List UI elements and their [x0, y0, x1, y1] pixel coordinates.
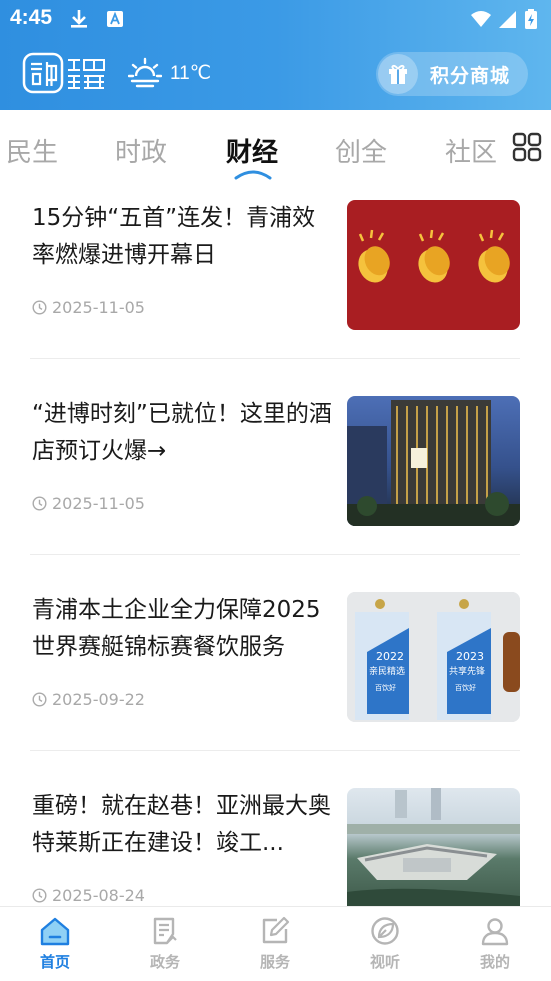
news-date: 2025-09-22	[32, 690, 145, 709]
tab-chuangquan[interactable]: 创全	[335, 132, 387, 169]
app-logo	[22, 52, 105, 94]
bottom-nav: 首页 政务 服务 视听 我的	[0, 906, 551, 981]
keyboard-a-icon	[107, 11, 123, 27]
download-icon	[71, 10, 87, 28]
temperature: 11℃	[170, 63, 212, 84]
news-date: 2025-11-05	[32, 298, 145, 317]
news-thumbnail	[347, 396, 520, 526]
nav-home[interactable]: 首页	[15, 907, 95, 981]
gift-icon	[378, 54, 418, 94]
active-tab-indicator	[234, 170, 272, 180]
news-item[interactable]: 15分钟“五首”连发！青浦效率燃爆进博开幕日 2025-11-05	[0, 200, 551, 396]
tab-shequ[interactable]: 社区	[445, 132, 497, 169]
news-item[interactable]: 青浦本土企业全力保障2025世界赛艇锦标赛餐饮服务 2025-09-22 202…	[0, 592, 551, 788]
tab-caijing[interactable]: 财经	[226, 132, 278, 169]
edit-icon	[262, 916, 290, 944]
app-header: 4:45 11℃ 积分商城	[0, 0, 551, 110]
news-title: 青浦本土企业全力保障2025世界赛艇锦标赛餐饮服务	[32, 597, 321, 660]
partly-sunny-icon	[128, 57, 162, 88]
award-plaques-image: 2022 亲民精选 百饮好 2023 共享先锋 百饮好	[347, 592, 520, 722]
nav-profile-label: 我的	[479, 953, 510, 971]
plaque-sub-1: 百饮好	[375, 683, 396, 692]
nav-home-label: 首页	[39, 953, 70, 971]
nav-services[interactable]: 服务	[235, 907, 315, 981]
plaque-year-2: 2023	[456, 650, 484, 663]
status-time: 4:45	[10, 6, 53, 29]
nav-government-label: 政务	[149, 953, 180, 971]
news-title: 重磅！就在赵巷！亚洲最大奥特莱斯正在建设！竣工...	[32, 793, 331, 856]
news-title: 15分钟“五首”连发！青浦效率燃爆进博开幕日	[32, 205, 316, 268]
news-date-text: 2025-11-05	[52, 494, 145, 513]
grid-menu-icon[interactable]	[512, 132, 542, 162]
tab-shizheng[interactable]: 时政	[115, 132, 167, 169]
plaque-text-1: 亲民精选	[369, 665, 405, 677]
news-date-text: 2025-11-05	[52, 298, 145, 317]
divider	[30, 358, 520, 359]
news-item[interactable]: “进博时刻”已就位！这里的酒店预订火爆→ 2025-11-05	[0, 396, 551, 592]
clock-icon	[32, 300, 47, 315]
divider	[30, 554, 520, 555]
document-icon	[153, 917, 177, 945]
nav-profile[interactable]: 我的	[455, 907, 535, 981]
news-title: “进博时刻”已就位！这里的酒店预订火爆→	[32, 401, 332, 464]
news-thumbnail	[347, 788, 520, 906]
clock-icon	[32, 692, 47, 707]
clock-icon	[32, 888, 47, 903]
news-date-text: 2025-09-22	[52, 690, 145, 709]
nav-services-label: 服务	[259, 953, 290, 971]
divider	[30, 750, 520, 751]
nav-government[interactable]: 政务	[125, 907, 205, 981]
battery-charging-icon	[525, 9, 537, 29]
plaque-year-1: 2022	[376, 650, 404, 663]
news-date: 2025-08-24	[32, 886, 145, 905]
plaque-sub-2: 百饮好	[455, 683, 476, 692]
tab-minsheng[interactable]: 民生	[6, 132, 58, 169]
plaque-text-2: 共享先锋	[449, 665, 485, 677]
nav-media[interactable]: 视听	[345, 907, 425, 981]
home-icon	[40, 917, 70, 946]
status-bar: 4:45	[0, 0, 551, 38]
category-tabs: 民生 时政 财经 创全 社区	[0, 110, 551, 182]
points-mall-button[interactable]: 积分商城	[376, 52, 528, 96]
clock-icon	[32, 496, 47, 511]
news-thumbnail: 2022 亲民精选 百饮好 2023 共享先锋 百饮好	[347, 592, 520, 722]
points-mall-label: 积分商城	[430, 64, 511, 87]
signal-icon	[499, 11, 516, 28]
clapping-hands-icon	[358, 229, 510, 283]
nav-media-label: 视听	[369, 953, 400, 971]
user-icon	[481, 918, 509, 946]
leaf-icon	[371, 917, 399, 945]
wifi-icon	[471, 11, 491, 27]
hotel-night-icon	[347, 400, 520, 526]
news-date: 2025-11-05	[32, 494, 145, 513]
aerial-construction-image	[347, 788, 520, 906]
news-thumbnail	[347, 200, 520, 330]
news-date-text: 2025-08-24	[52, 886, 145, 905]
